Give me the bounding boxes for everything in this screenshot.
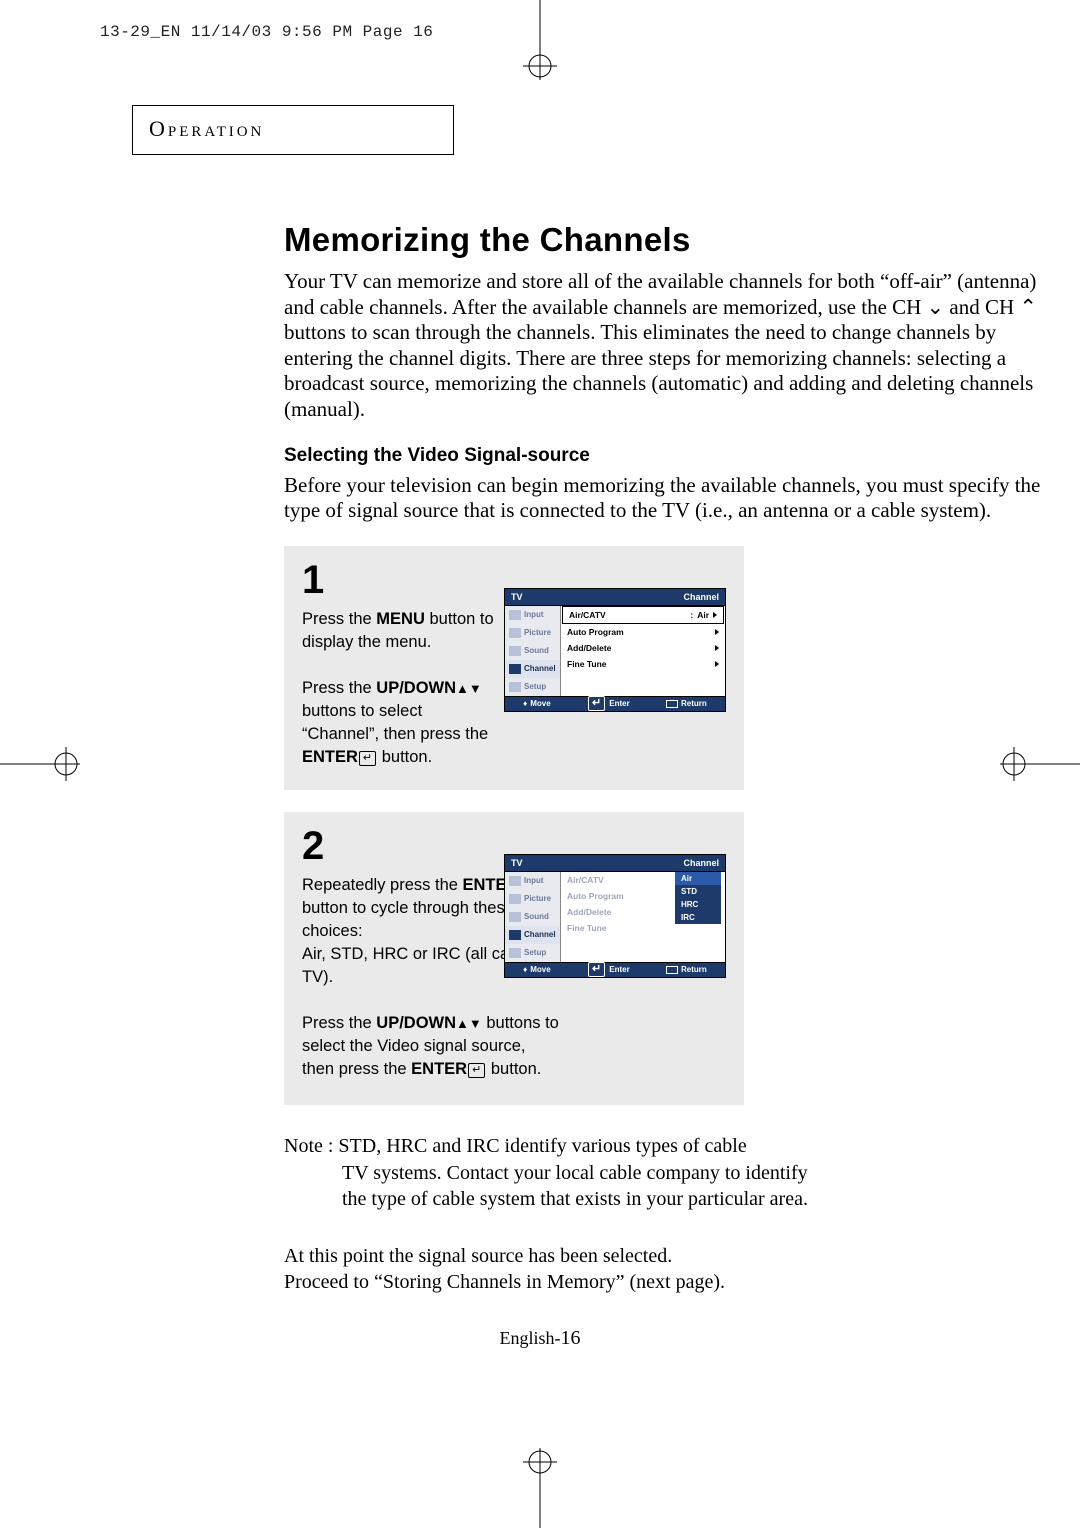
triangle-right-icon [713,612,717,618]
step-2: 2 Repeatedly press the ENTER↵ button to … [284,812,744,1106]
sound-icon [509,646,521,656]
channel-icon [509,664,521,674]
print-job-header: 13-29_EN 11/14/03 9:56 PM Page 16 [100,23,433,41]
input-icon [509,610,521,620]
page-title: Memorizing the Channels [284,221,1044,259]
osd-sidebar: Input Picture Sound Channel Setup [505,872,561,962]
osd-main: Air/CATV:Air Auto Program Add/Delete Fin… [561,606,725,696]
step-1: 1 Press the MENU button to display the m… [284,546,744,790]
crop-mark-bottom [510,1448,570,1528]
channel-icon [509,930,521,940]
osd-sidebar: Input Picture Sound Channel Setup [505,606,561,696]
setup-icon [509,682,521,692]
page-content: Operation Memorizing the Channels Your T… [132,105,952,1295]
setup-icon [509,948,521,958]
closing-text: At this point the signal source has been… [284,1243,1044,1296]
step-1-text: Press the MENU button to display the men… [302,608,497,770]
picture-icon [509,894,521,904]
section-label-box: Operation [132,105,454,155]
sub-body: Before your television can begin memoriz… [284,473,1044,524]
osd-main: Air/CATV: Auto Program Add/Delete Fine T… [561,872,725,962]
osd-menu-2: TV Channel Input Picture Sound Channel S… [504,854,726,978]
move-arrows-icon: ♦ [523,965,527,974]
up-down-arrows-icon: ▲▼ [456,1015,482,1033]
osd-menu-1: TV Channel Input Picture Sound Channel S… [504,588,726,712]
osd-header: TV Channel [504,854,726,872]
triangle-right-icon [715,661,719,667]
osd-header: TV Channel [504,588,726,606]
osd-footer: ♦Move ↵Enter Return [504,962,726,978]
enter-icon: ↵ [588,696,605,711]
return-icon [666,700,678,708]
move-arrows-icon: ♦ [523,699,527,708]
page-footer: English-16 [0,1327,1080,1350]
triangle-right-icon [715,629,719,635]
note: Note : STD, HRC and IRC identify various… [284,1133,884,1212]
crop-mark-top [510,0,570,80]
osd-footer: ♦Move ↵Enter Return [504,696,726,712]
sound-icon [509,912,521,922]
up-down-arrows-icon: ▲▼ [456,680,482,698]
input-icon [509,876,521,886]
enter-icon: ↵ [359,751,376,766]
section-label: Operation [149,116,264,141]
subheading: Selecting the Video Signal-source [284,445,1044,467]
osd-popup: Air STD HRC IRC [675,872,721,924]
return-icon [666,966,678,974]
triangle-right-icon [715,645,719,651]
crop-mark-left [0,734,80,794]
picture-icon [509,628,521,638]
enter-icon: ↵ [468,1063,485,1078]
intro-paragraph: Your TV can memorize and store all of th… [284,269,1044,423]
enter-icon: ↵ [588,962,605,977]
